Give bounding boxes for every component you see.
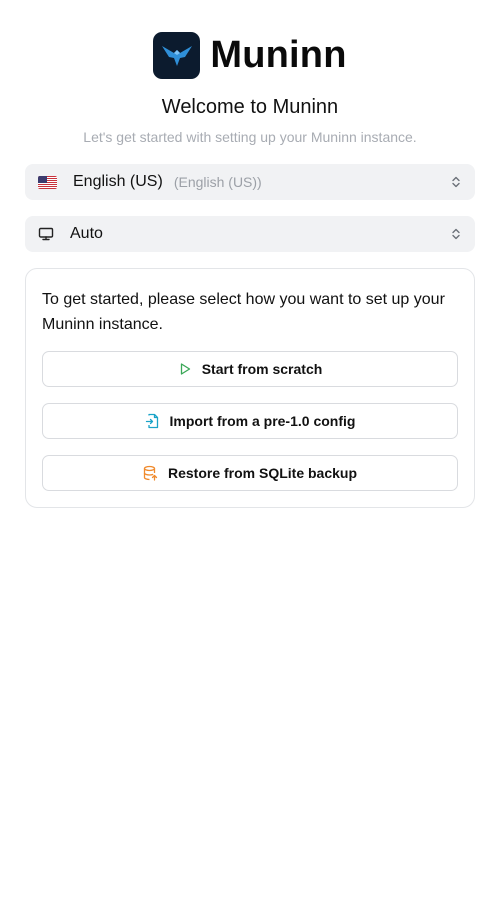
start-from-scratch-label: Start from scratch [201,361,323,377]
chevron-up-down-icon [452,176,460,188]
theme-select[interactable]: Auto [25,216,475,252]
restore-backup-label: Restore from SQLite backup [167,465,358,481]
file-import-icon [145,413,158,429]
welcome-title: Welcome to Muninn [161,96,339,118]
database-restore-icon [143,465,158,481]
import-config-label: Import from a pre-1.0 config [169,413,356,429]
start-from-scratch-button[interactable]: Start from scratch [42,351,458,387]
setup-prompt: To get started, please select how you wa… [42,291,445,333]
monitor-icon [38,227,54,241]
chevron-up-down-icon [452,228,460,240]
language-select[interactable]: English (US) (English (US)) [25,164,475,200]
theme-value: Auto [70,225,103,242]
app-name: Muninn [210,34,347,76]
setup-options-card: To get started, please select how you wa… [25,268,475,508]
brand-header: Muninn [0,32,500,79]
welcome-subtitle: Let's get started with setting up your M… [83,129,417,145]
us-flag-icon [38,175,57,189]
language-value: English (US) [73,173,163,190]
play-icon [180,363,190,375]
language-native-name: (English (US)) [173,174,262,190]
import-config-button[interactable]: Import from a pre-1.0 config [42,403,458,439]
setup-page: Muninn Welcome to Muninn Let's get start… [0,0,500,900]
app-logo [153,32,201,79]
raven-icon [161,45,192,66]
restore-backup-button[interactable]: Restore from SQLite backup [42,455,458,491]
